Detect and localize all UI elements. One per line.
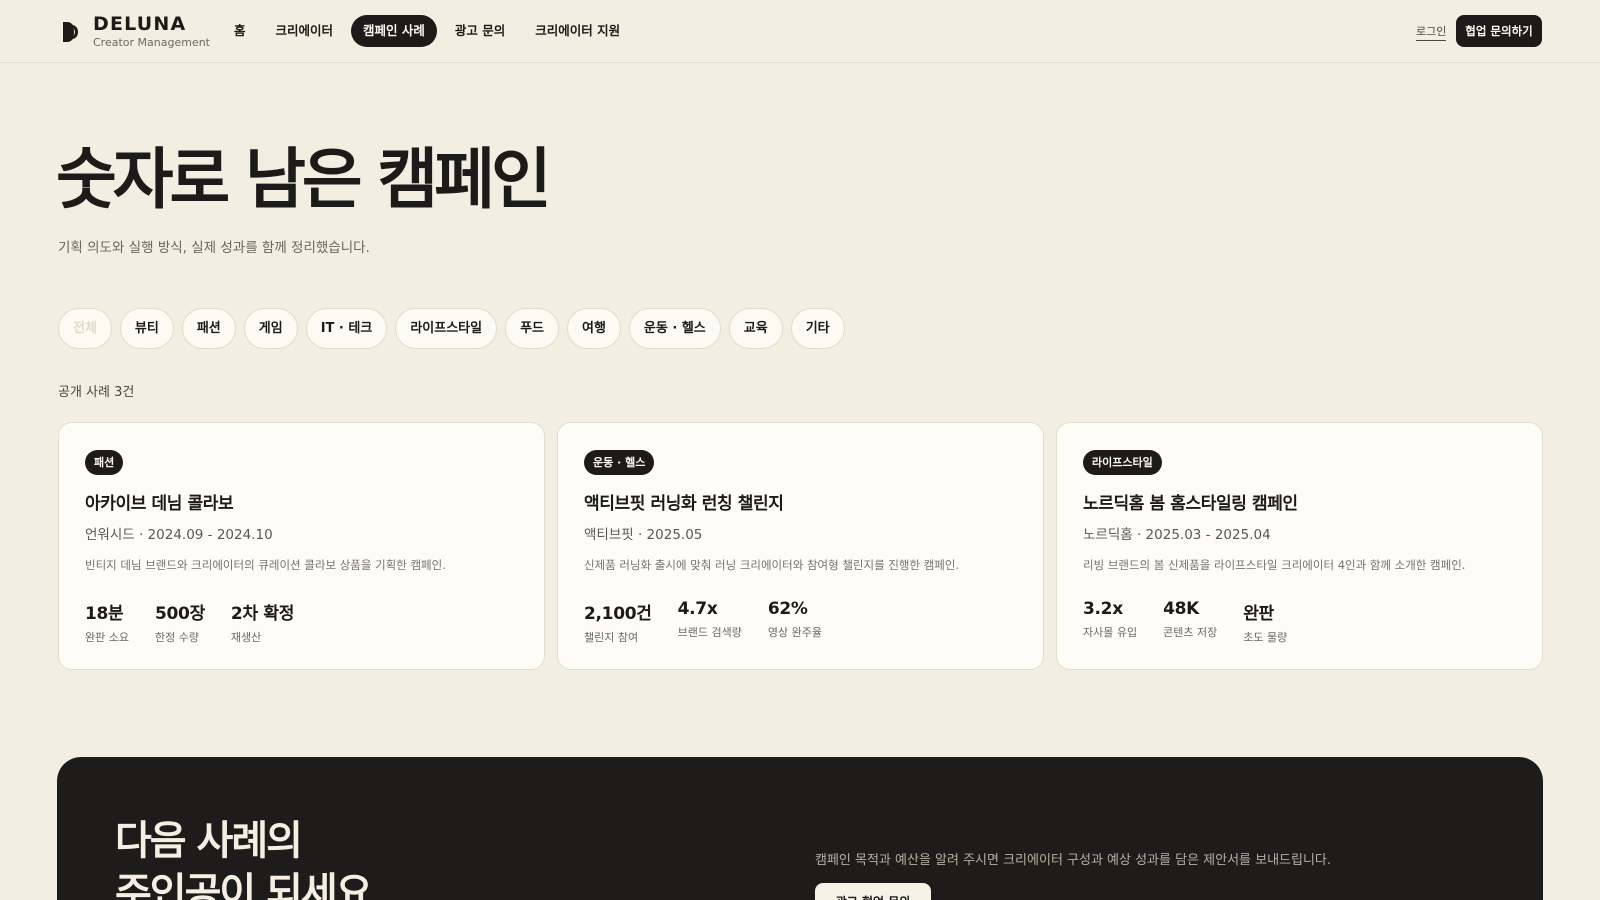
collab-inquiry-button[interactable]: 협업 문의하기 — [1456, 15, 1542, 47]
stat-item: 18분 완판 소요 — [85, 599, 129, 645]
stat-value: 3.2x — [1083, 599, 1123, 619]
campaign-stats: 2,100건 챌린지 참여 4.7x 브랜드 검색량 62% 영상 완주율 — [584, 599, 848, 645]
login-link[interactable]: 로그인 — [1416, 23, 1447, 41]
site-header: DELUNA Creator Management 홈 크리에이터 캠페인 사례… — [0, 0, 1600, 63]
stat-value: 완판 — [1243, 604, 1274, 624]
campaign-meta: 노르딕홈 · 2025.03 - 2025.04 — [1083, 527, 1271, 543]
filter-chip-game[interactable]: 게임 — [243, 308, 298, 349]
stat-label: 영상 완주율 — [767, 626, 822, 639]
category-badge: 운동 · 헬스 — [584, 450, 655, 475]
stat-label: 콘텐츠 저장 — [1163, 626, 1218, 639]
stat-value: 500장 — [154, 604, 205, 624]
stat-item: 3.2x 자사몰 유입 — [1083, 599, 1137, 645]
campaign-card[interactable]: 운동 · 헬스 액티브핏 러닝화 런칭 챌린지 액티브핏 · 2025.05 신… — [557, 422, 1044, 670]
stat-item: 완판 초도 물량 — [1243, 599, 1287, 645]
main-nav: 홈 크리에이터 캠페인 사례 광고 문의 크리에이터 지원 — [222, 15, 632, 47]
filter-chip-fitness[interactable]: 운동 · 헬스 — [628, 308, 721, 349]
stat-value: 48K — [1163, 599, 1200, 619]
campaign-title: 액티브핏 러닝화 런칭 챌린지 — [584, 494, 784, 514]
stat-item: 500장 한정 수량 — [155, 599, 205, 645]
campaign-card-list: 패션 아카이브 데님 콜라보 언워시드 · 2024.09 - 2024.10 … — [58, 422, 1543, 670]
page-subtitle: 기획 의도와 실행 방식, 실제 성과를 함께 정리했습니다. — [58, 240, 370, 256]
stat-label: 챌린지 참여 — [584, 631, 639, 644]
stat-item: 2차 확정 재생산 — [231, 599, 294, 645]
deluna-logo-icon[interactable] — [62, 21, 80, 43]
campaign-title: 노르딕홈 봄 홈스타일링 캠페인 — [1083, 494, 1298, 514]
campaign-card[interactable]: 라이프스타일 노르딕홈 봄 홈스타일링 캠페인 노르딕홈 · 2025.03 -… — [1056, 422, 1543, 670]
stat-label: 초도 물량 — [1243, 631, 1288, 644]
campaign-title: 아카이브 데님 콜라보 — [85, 494, 234, 514]
stat-label: 재생산 — [230, 631, 262, 644]
stat-value: 62% — [767, 599, 808, 619]
stat-item: 4.7x 브랜드 검색량 — [678, 599, 742, 645]
stat-item: 62% 영상 완주율 — [768, 599, 822, 645]
filter-chip-etc[interactable]: 기타 — [790, 308, 845, 349]
cta-description: 캠페인 목적과 예산을 알려 주시면 크리에이터 구성과 예상 성과를 담은 제… — [815, 853, 1332, 868]
stat-value: 2,100건 — [584, 604, 652, 624]
campaign-description: 리빙 브랜드의 봄 신제품을 라이프스타일 크리에이터 4인과 함께 소개한 캠… — [1083, 558, 1466, 572]
campaign-stats: 3.2x 자사몰 유입 48K 콘텐츠 저장 완판 초도 물량 — [1083, 599, 1313, 645]
page-title: 숫자로 남은 캠페인 — [56, 141, 552, 218]
stat-label: 브랜드 검색량 — [677, 626, 742, 639]
nav-item-creator-apply[interactable]: 크리에이터 지원 — [523, 15, 632, 47]
cta-heading-line1: 다음 사례의 — [115, 818, 303, 864]
result-count: 공개 사례 3건 — [58, 385, 135, 400]
stat-label: 완판 소요 — [85, 631, 129, 644]
cta-section: 다음 사례의 주인공이 되세요 캠페인 목적과 예산을 알려 주시면 크리에이터… — [57, 757, 1543, 900]
campaign-card[interactable]: 패션 아카이브 데님 콜라보 언워시드 · 2024.09 - 2024.10 … — [58, 422, 545, 670]
stat-value: 4.7x — [677, 599, 718, 619]
nav-item-home[interactable]: 홈 — [222, 15, 258, 47]
brand-name[interactable]: DELUNA — [93, 13, 186, 35]
campaign-description: 빈티지 데님 브랜드와 크리에이터의 큐레이션 콜라보 상품을 기획한 캠페인. — [85, 558, 446, 572]
filter-chip-lifestyle[interactable]: 라이프스타일 — [395, 308, 498, 349]
ad-inquiry-button[interactable]: 광고 협업 문의 — [815, 883, 931, 900]
stat-value: 18분 — [85, 604, 124, 624]
cta-heading: 다음 사례의 주인공이 되세요 — [115, 815, 373, 900]
filter-chip-food[interactable]: 푸드 — [505, 308, 559, 349]
campaign-meta: 언워시드 · 2024.09 - 2024.10 — [85, 527, 273, 543]
filter-chip-travel[interactable]: 여행 — [567, 308, 621, 349]
category-filter-bar: 전체 뷰티 패션 게임 IT · 테크 라이프스타일 푸드 여행 운동 · 헬스… — [58, 308, 845, 349]
stat-label: 자사몰 유입 — [1083, 626, 1138, 639]
stat-item: 2,100건 챌린지 참여 — [584, 599, 652, 645]
nav-item-ad-inquiry[interactable]: 광고 문의 — [443, 15, 517, 47]
category-badge: 패션 — [85, 450, 124, 475]
nav-item-creators[interactable]: 크리에이터 — [264, 15, 346, 47]
stat-label: 한정 수량 — [154, 631, 199, 644]
stat-value: 2차 확정 — [230, 604, 295, 624]
filter-chip-it-tech[interactable]: IT · 테크 — [305, 308, 388, 349]
filter-chip-beauty[interactable]: 뷰티 — [119, 308, 174, 349]
filter-chip-education[interactable]: 교육 — [728, 308, 783, 349]
campaign-description: 신제품 러닝화 출시에 맞춰 러닝 크리에이터와 참여형 챌린지를 진행한 캠페… — [584, 558, 960, 572]
brand-tagline: Creator Management — [93, 36, 210, 49]
campaign-stats: 18분 완판 소요 500장 한정 수량 2차 확정 재생산 — [85, 599, 320, 645]
stat-item: 48K 콘텐츠 저장 — [1163, 599, 1217, 645]
nav-item-campaign-cases[interactable]: 캠페인 사례 — [351, 15, 437, 47]
category-badge: 라이프스타일 — [1083, 450, 1162, 475]
campaign-meta: 액티브핏 · 2025.05 — [584, 527, 703, 543]
cta-heading-line2: 주인공이 되세요 — [115, 870, 373, 900]
filter-chip-all[interactable]: 전체 — [58, 308, 112, 349]
filter-chip-fashion[interactable]: 패션 — [181, 308, 236, 349]
